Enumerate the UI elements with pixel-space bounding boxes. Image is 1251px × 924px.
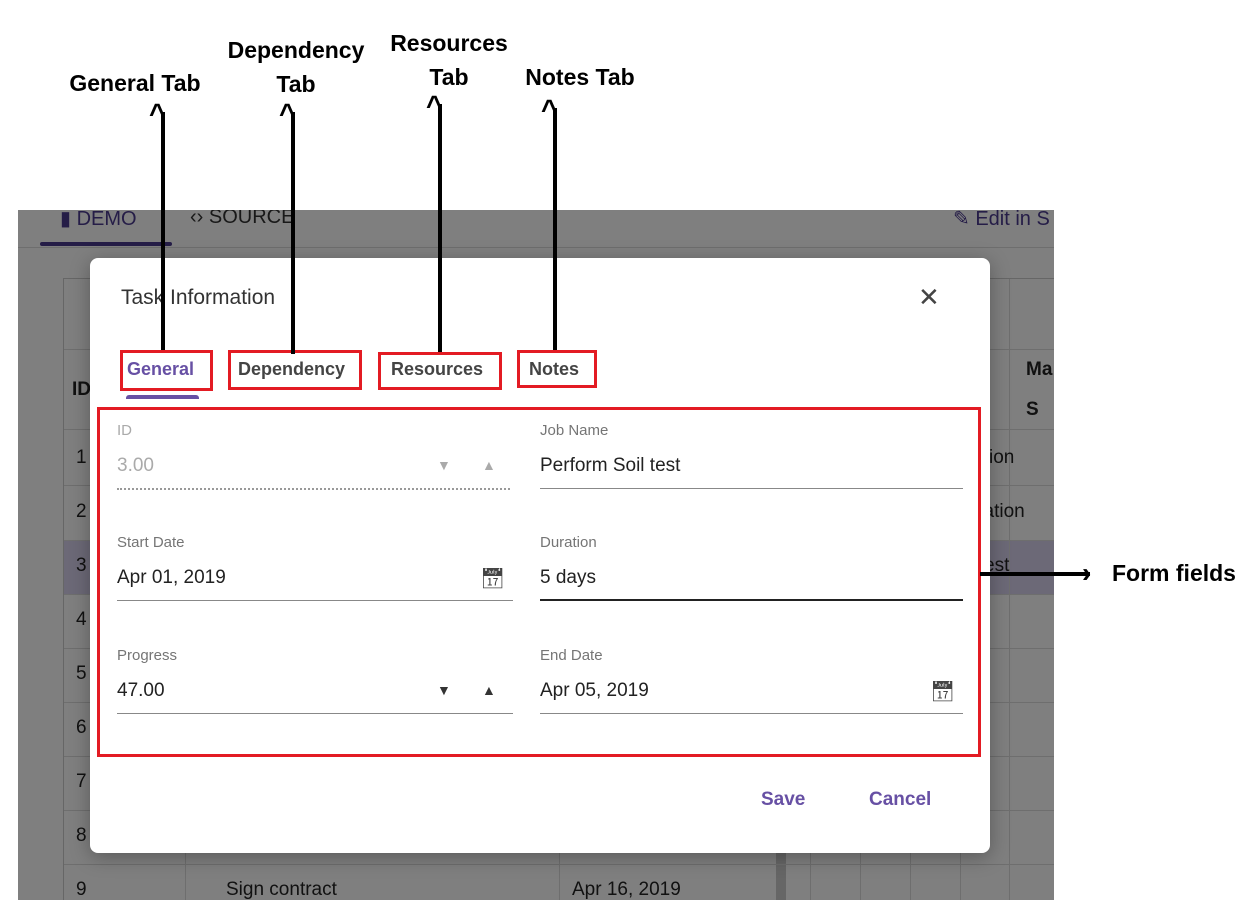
annotation-resources-tab: Resources Tab bbox=[390, 30, 508, 90]
active-tab-indicator bbox=[126, 395, 199, 399]
arrow-right-icon: › bbox=[1082, 557, 1092, 588]
arrow-general bbox=[161, 112, 165, 350]
general-tab-highlight bbox=[120, 350, 213, 391]
annotation-dependency-tab: Dependency Tab bbox=[227, 37, 365, 97]
arrow-form-fields bbox=[980, 572, 1090, 576]
arrow-up-icon: ^ bbox=[279, 98, 296, 129]
arrow-dependency bbox=[291, 112, 295, 354]
save-button[interactable]: Save bbox=[761, 789, 805, 811]
annotation-general-tab: General Tab bbox=[69, 70, 201, 96]
dialog-title: Task Information bbox=[121, 286, 276, 309]
arrow-up-icon: ^ bbox=[541, 94, 558, 125]
arrow-up-icon: ^ bbox=[149, 98, 166, 129]
cancel-button[interactable]: Cancel bbox=[869, 789, 931, 811]
notes-tab-highlight bbox=[517, 350, 597, 388]
annotation-form-fields: Form fields bbox=[1112, 560, 1236, 586]
annotation-notes-tab: Notes Tab bbox=[525, 64, 635, 90]
arrow-up-icon: ^ bbox=[426, 90, 443, 121]
arrow-notes bbox=[553, 108, 557, 350]
form-fields-highlight bbox=[97, 407, 981, 757]
resources-tab-highlight bbox=[378, 352, 502, 390]
arrow-resources bbox=[438, 104, 442, 352]
dependency-tab-highlight bbox=[228, 350, 362, 390]
close-icon[interactable]: ✕ bbox=[918, 284, 940, 310]
